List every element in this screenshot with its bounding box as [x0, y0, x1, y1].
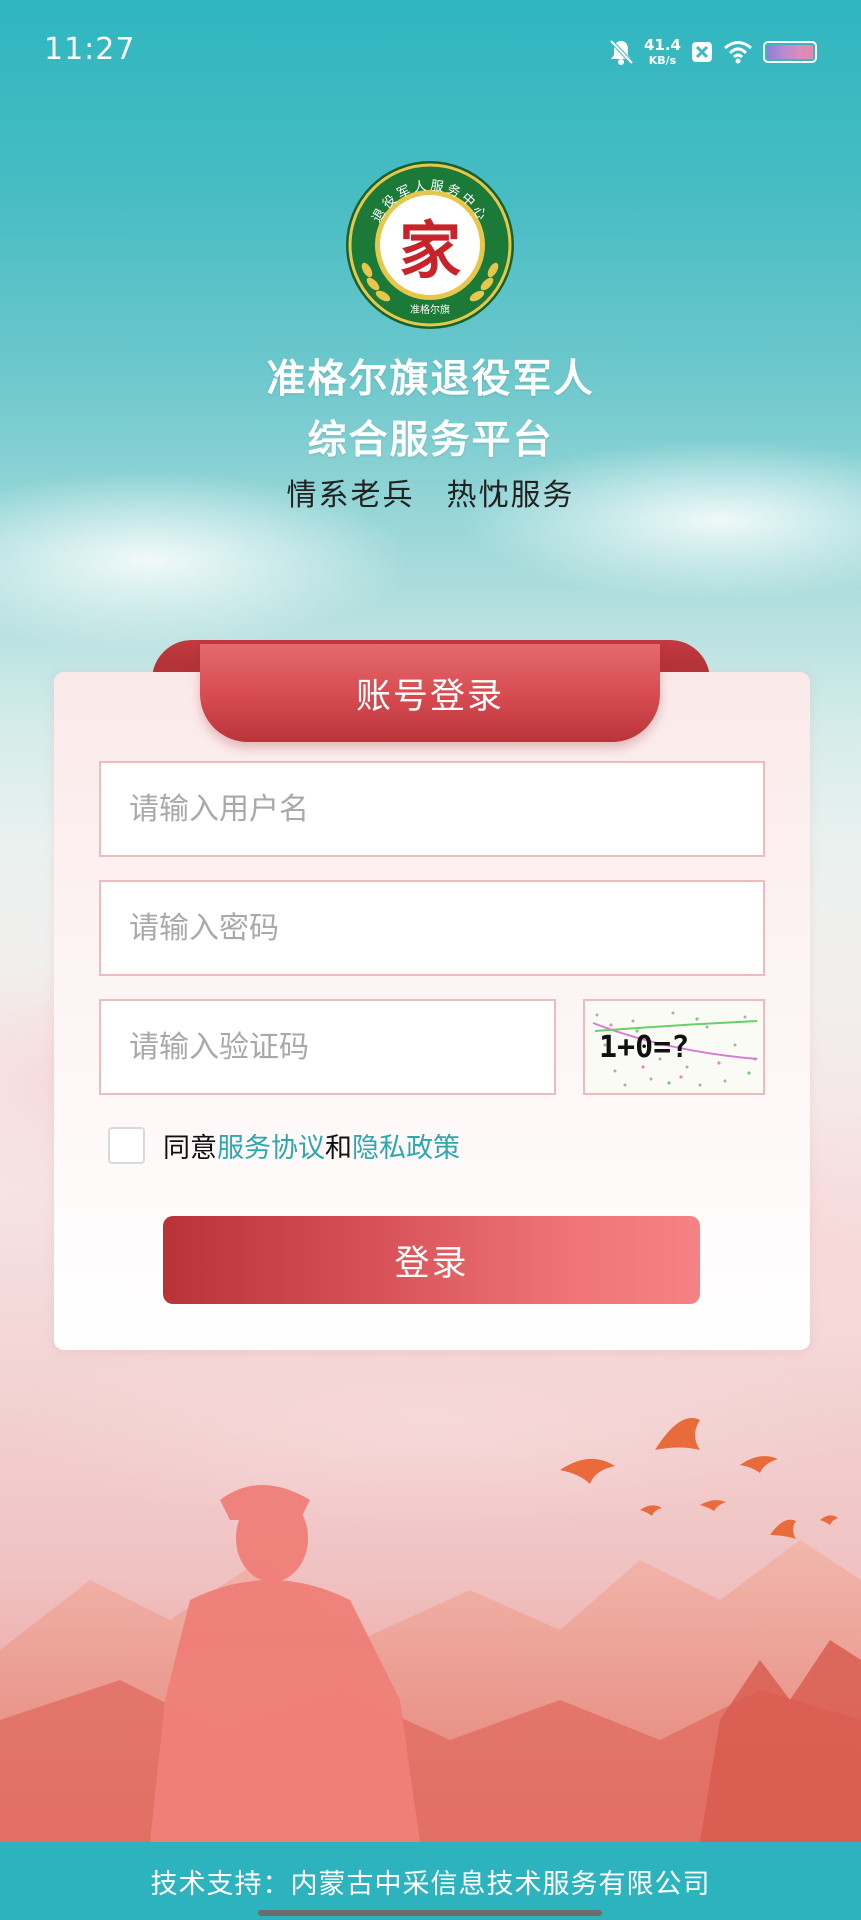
logo-bottom-text: 准格尔旗	[410, 303, 450, 316]
agree-and: 和	[325, 1132, 352, 1164]
login-button[interactable]: 登录	[163, 1216, 700, 1304]
slogan: 情系老兵 热忱服务	[286, 478, 575, 513]
network-speed-value: 41.4	[643, 36, 681, 54]
status-time: 11:27	[44, 32, 136, 67]
captcha-image[interactable]: 1+0=?	[583, 999, 765, 1095]
captcha-input[interactable]	[99, 999, 556, 1095]
footer: 技术支持：内蒙古中采信息技术服务有限公司	[0, 1842, 861, 1920]
privacy-policy-link[interactable]: 隐私政策	[352, 1126, 460, 1165]
service-agreement-link[interactable]: 服务协议	[217, 1126, 325, 1165]
password-input[interactable]	[99, 880, 765, 976]
veterans-service-logo: 退役军人服务中心 家 准格尔旗	[346, 161, 514, 329]
wifi-icon	[724, 41, 752, 64]
username-input[interactable]	[99, 761, 765, 857]
app-title-line2: 综合服务平台	[307, 418, 554, 463]
agree-checkbox[interactable]	[108, 1126, 145, 1164]
status-icons: 41.4 KB/s	[608, 30, 817, 74]
captcha-text: 1+0=?	[599, 1030, 689, 1065]
status-bar: 11:27 41.4 KB/s	[0, 0, 861, 100]
bell-muted-icon	[609, 39, 634, 65]
logo-center-char: 家	[399, 214, 461, 287]
captcha-noise: 1+0=?	[592, 1011, 758, 1087]
app-title-line1: 准格尔旗退役军人	[266, 357, 595, 402]
login-card-title: 账号登录	[355, 677, 504, 717]
network-speed: 41.4 KB/s	[643, 36, 681, 67]
agree-prefix: 同意	[163, 1132, 217, 1164]
close-box-icon	[692, 42, 712, 62]
footer-text: 技术支持：内蒙古中采信息技术服务有限公司	[150, 1869, 711, 1900]
agreement-row: 同意 服务协议 和 隐私政策	[108, 1125, 460, 1165]
home-indicator[interactable]	[258, 1910, 602, 1916]
battery-icon	[763, 41, 817, 63]
network-speed-unit: KB/s	[648, 54, 677, 67]
